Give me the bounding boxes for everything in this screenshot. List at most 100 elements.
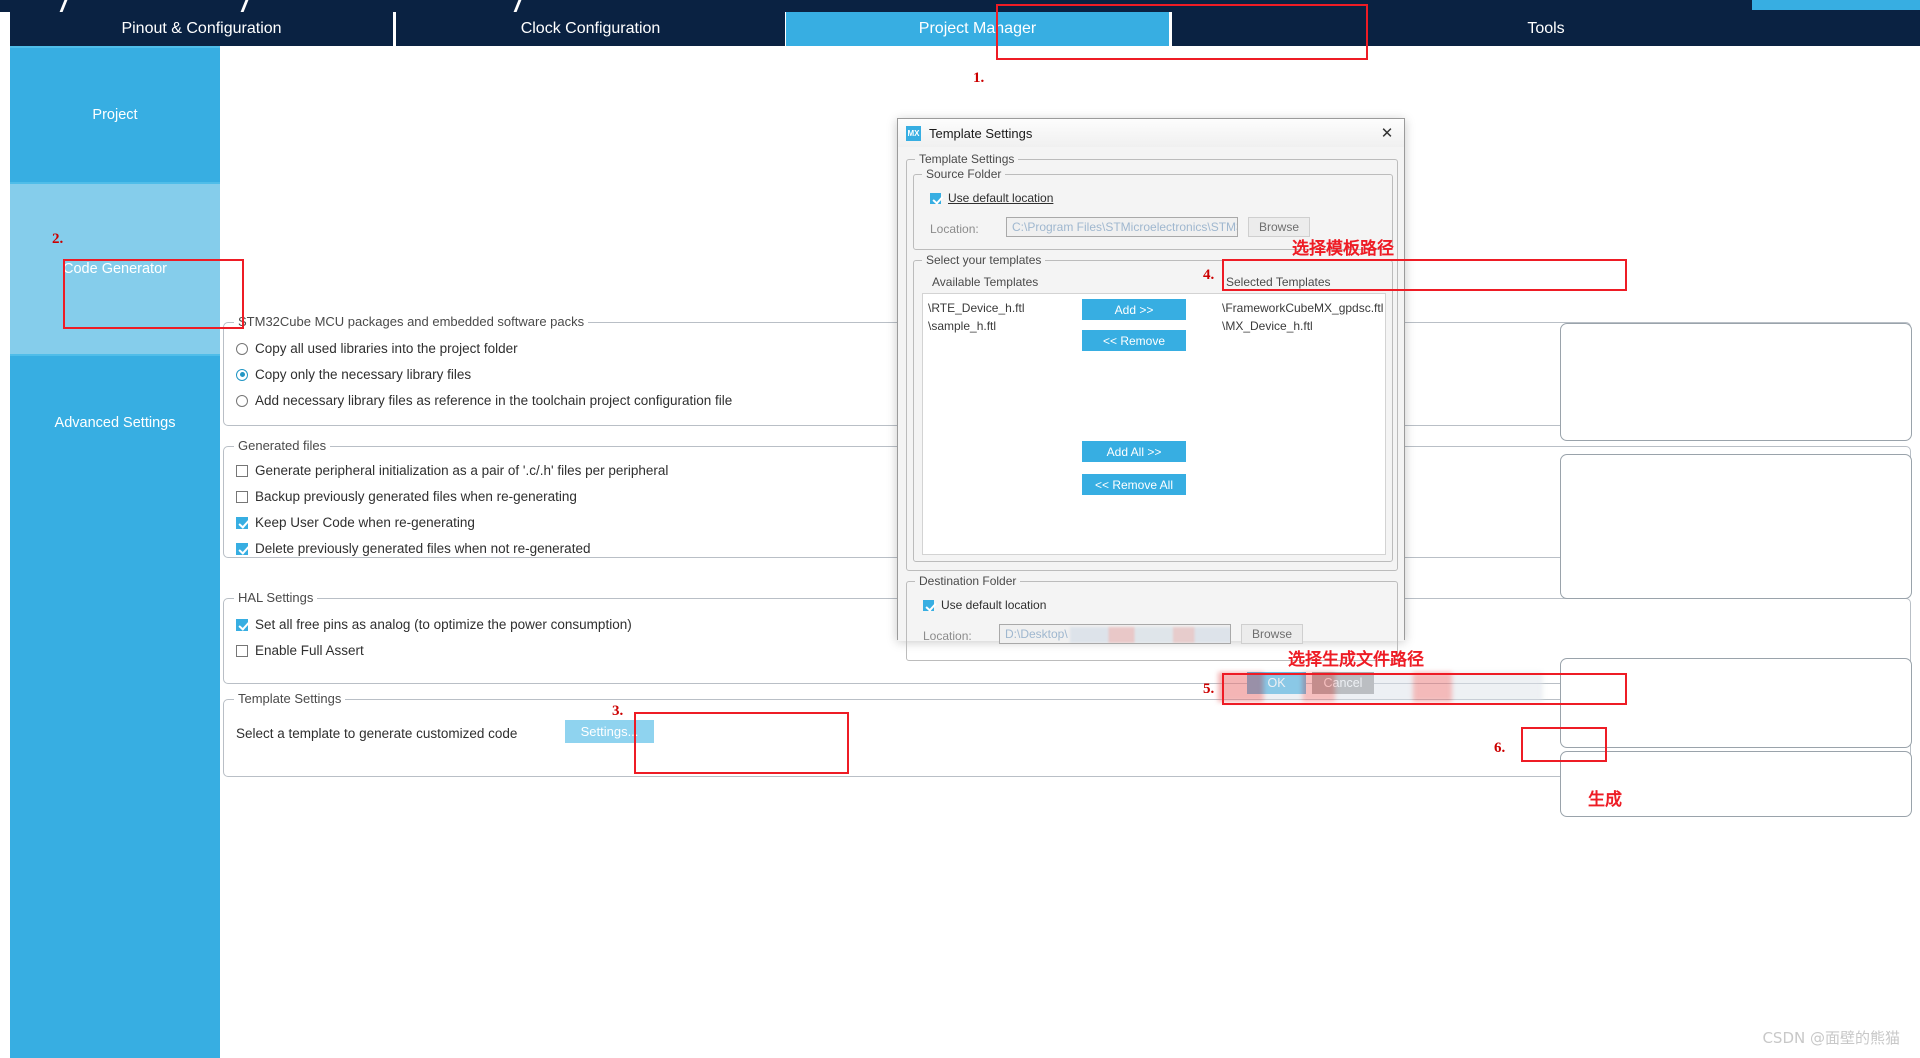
- redacted-path-overlay: [1070, 627, 1230, 643]
- group-legend: HAL Settings: [234, 590, 318, 605]
- group-legend: Template Settings: [234, 691, 346, 706]
- group-legend: Generated files: [234, 438, 331, 453]
- sidebar-item-advanced-settings[interactable]: Advanced Settings: [10, 354, 220, 489]
- destination-location-value: D:\Desktop\: [1005, 627, 1068, 641]
- add-button[interactable]: Add >>: [1082, 299, 1186, 320]
- checkbox-icon-checked: [236, 516, 248, 529]
- annotation-note-generate: 生成: [1588, 790, 1622, 810]
- checkbox-icon-checked: [236, 618, 248, 631]
- selected-template-item[interactable]: \MX_Device_h.ftl: [1222, 319, 1313, 333]
- radio-copy-all-libraries[interactable]: Copy all used libraries into the project…: [236, 341, 518, 356]
- tab-pinout-configuration[interactable]: Pinout & Configuration: [10, 12, 393, 46]
- option-label: Backup previously generated files when r…: [255, 489, 577, 504]
- available-template-item[interactable]: \RTE_Device_h.ftl: [928, 301, 1025, 315]
- group-legend: Source Folder: [922, 167, 1006, 181]
- dialog-group-select-templates: Select your templates Available Template…: [913, 253, 1393, 562]
- dialog-titlebar: MX Template Settings ✕: [898, 119, 1404, 147]
- annotation-box-settings-button: [634, 712, 849, 774]
- right-card: [1560, 454, 1912, 599]
- radio-add-as-reference[interactable]: Add necessary library files as reference…: [236, 393, 732, 408]
- remove-button[interactable]: << Remove: [1082, 330, 1186, 351]
- selected-template-item[interactable]: \FrameworkCubeMX_gpdsc.ftl: [1222, 301, 1383, 315]
- option-label: Enable Full Assert: [255, 643, 364, 658]
- annotation-number-4: 4.: [1203, 267, 1215, 283]
- destination-location-input[interactable]: D:\Desktop\: [999, 624, 1231, 644]
- decor-slash-icon: [513, 0, 522, 12]
- checkbox-keep-user-code[interactable]: Keep User Code when re-generating: [236, 515, 475, 530]
- option-label: Copy all used libraries into the project…: [255, 341, 518, 356]
- checkbox-destination-use-default-location[interactable]: Use default location: [923, 598, 1046, 612]
- annotation-box-source-location: [1222, 259, 1627, 291]
- checkbox-delete-previously-generated[interactable]: Delete previously generated files when n…: [236, 541, 590, 556]
- checkbox-set-free-pins-analog[interactable]: Set all free pins as analog (to optimize…: [236, 617, 632, 632]
- checkbox-icon-checked: [923, 599, 934, 611]
- dialog-title: Template Settings: [929, 125, 1033, 141]
- option-label: Delete previously generated files when n…: [255, 541, 591, 556]
- available-templates-header: Available Templates: [932, 275, 1039, 289]
- decor-slash-icon: [59, 0, 68, 12]
- available-template-item[interactable]: \sample_h.ftl: [928, 319, 996, 333]
- checkbox-backup-previously-generated[interactable]: Backup previously generated files when r…: [236, 489, 577, 504]
- decor-slash-icon: [240, 0, 249, 12]
- annotation-note-template-path: 选择模板路径: [1292, 239, 1394, 259]
- browse-label: Browse: [1251, 627, 1292, 641]
- source-location-input[interactable]: C:\Program Files\STMicroelectronics\STM3…: [1006, 217, 1238, 237]
- browse-label: Browse: [1258, 220, 1299, 234]
- option-label: Generate peripheral initialization as a …: [255, 463, 669, 478]
- checkbox-icon: [236, 644, 248, 657]
- remove-all-button-label: << Remove All: [1094, 477, 1174, 492]
- window-top-strip: [0, 0, 1920, 12]
- main-tabbar: Pinout & Configuration Clock Configurati…: [0, 12, 1920, 46]
- annotation-box-code-generator: [63, 259, 244, 329]
- annotation-box-project-manager: [996, 4, 1368, 60]
- radio-icon: [236, 394, 248, 407]
- checkbox-icon-checked: [930, 192, 941, 204]
- group-legend: STM32Cube MCU packages and embedded soft…: [234, 314, 589, 329]
- checkbox-generate-peripheral-init-pair[interactable]: Generate peripheral initialization as a …: [236, 463, 668, 478]
- checkbox-enable-full-assert[interactable]: Enable Full Assert: [236, 643, 364, 658]
- option-label: Add necessary library files as reference…: [255, 393, 733, 408]
- annotation-number-1: 1.: [973, 70, 985, 86]
- checkbox-icon: [236, 490, 248, 503]
- annotation-number-5: 5.: [1203, 681, 1215, 697]
- group-legend: Select your templates: [922, 253, 1046, 267]
- annotation-box-destination-location: [1222, 673, 1627, 705]
- dialog-group-template-settings: Template Settings Source Folder Use defa…: [906, 152, 1398, 571]
- app-mx-icon: MX: [906, 125, 921, 141]
- right-card: [1560, 323, 1912, 441]
- top-right-accent: [1752, 0, 1920, 10]
- destination-location-label: Location:: [923, 629, 972, 643]
- settings-button-label: Settings...: [580, 724, 639, 739]
- annotation-number-6: 6.: [1494, 740, 1506, 756]
- template-settings-description: Select a template to generate customized…: [236, 726, 518, 741]
- option-label: Keep User Code when re-generating: [255, 515, 475, 530]
- radio-icon-selected: [236, 368, 248, 381]
- destination-browse-button[interactable]: Browse: [1241, 624, 1303, 644]
- radio-icon: [236, 342, 248, 355]
- dialog-body: Template Settings Source Folder Use defa…: [898, 147, 1404, 694]
- close-icon[interactable]: ✕: [1376, 123, 1398, 143]
- option-label: Copy only the necessary library files: [255, 367, 472, 382]
- sidebar-item-label: Advanced Settings: [54, 414, 176, 431]
- annotation-note-output-path: 选择生成文件路径: [1288, 650, 1424, 670]
- add-all-button[interactable]: Add All >>: [1082, 441, 1186, 462]
- source-location-value: C:\Program Files\STMicroelectronics\STM3…: [1012, 220, 1237, 234]
- sidebar-item-label: Project: [92, 107, 138, 123]
- app-window: Pinout & Configuration Clock Configurati…: [0, 0, 1920, 1058]
- checkbox-label: Use default location: [948, 191, 1054, 205]
- remove-button-label: << Remove: [1102, 333, 1166, 348]
- radio-copy-necessary-library-files[interactable]: Copy only the necessary library files: [236, 367, 471, 382]
- sidebar-item-project[interactable]: Project: [10, 46, 220, 182]
- template-settings-dialog: MX Template Settings ✕ Template Settings…: [897, 118, 1405, 694]
- group-legend: Destination Folder: [915, 574, 1021, 588]
- remove-all-button[interactable]: << Remove All: [1082, 474, 1186, 495]
- annotation-box-ok-button: [1521, 727, 1607, 762]
- add-button-label: Add >>: [1114, 302, 1154, 317]
- checkbox-icon: [236, 464, 248, 477]
- group-legend: Template Settings: [915, 152, 1019, 166]
- checkbox-source-use-default-location[interactable]: Use default location: [930, 191, 1053, 205]
- left-sidebar: Project Code Generator Advanced Settings: [10, 46, 220, 1058]
- add-all-button-label: Add All >>: [1106, 444, 1162, 459]
- annotation-number-3: 3.: [612, 703, 624, 719]
- tab-clock-configuration[interactable]: Clock Configuration: [396, 12, 785, 46]
